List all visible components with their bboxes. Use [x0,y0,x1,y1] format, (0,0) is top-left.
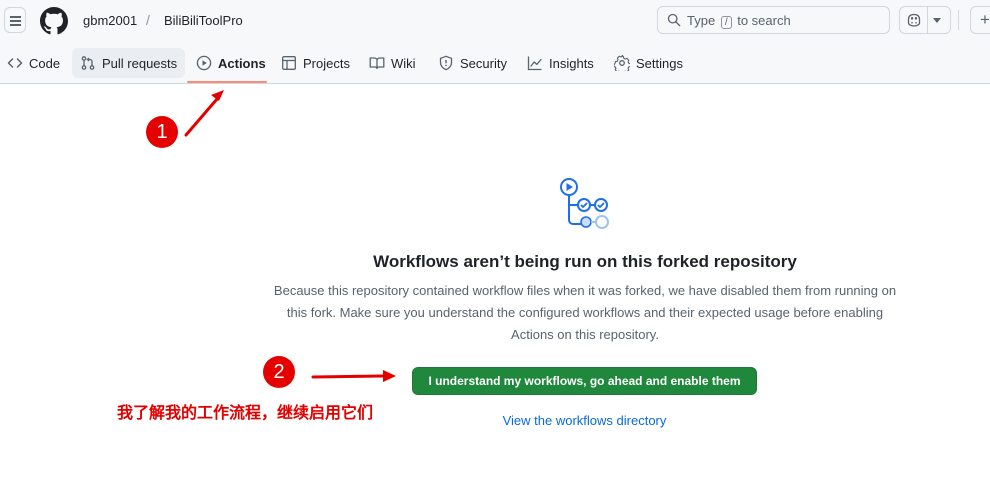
shield-icon [439,55,453,71]
search-input[interactable]: Type / to search [657,6,890,34]
active-tab-underline [187,81,267,83]
repo-owner-link[interactable]: gbm2001 [83,13,137,28]
gear-icon [614,55,630,71]
tab-wiki-label: Wiki [391,55,416,71]
repo-navigation: Code Pull requests Actions Projects Wiki [0,42,990,84]
chevron-down-icon[interactable] [933,18,941,23]
enable-workflows-button[interactable]: I understand my workflows, go ahead and … [412,367,757,395]
tab-projects-label: Projects [303,55,350,71]
search-placeholder: Type / to search [687,13,791,29]
tab-security-label: Security [460,55,507,71]
book-icon [369,57,385,70]
copilot-button[interactable] [899,6,951,34]
tab-code[interactable]: Code [7,48,60,78]
graph-icon [527,56,542,71]
github-logo-icon[interactable] [40,7,68,35]
table-icon [282,56,296,70]
tab-wiki[interactable]: Wiki [369,48,416,78]
blank-state-title: Workflows aren’t being run on this forke… [373,252,797,271]
annotation-note: 我了解我的工作流程，继续启用它们 [117,403,374,422]
tab-settings-label: Settings [636,55,683,71]
annotation-arrow-1 [184,90,224,137]
repo-name-link[interactable]: BiliBiliToolPro [164,13,243,28]
annotation-badge-2: 2 [263,356,295,388]
tab-insights-label: Insights [549,55,594,71]
tab-code-label: Code [29,55,61,71]
annotation-badge-1: 1 [146,116,178,148]
play-icon [196,55,212,71]
annotation-arrow-2 [311,370,396,382]
tab-projects[interactable]: Projects [281,48,350,78]
tab-actions-label: Actions [218,55,266,71]
pull-request-icon [81,56,95,70]
search-shortcut-key: / [720,16,732,29]
create-new-button[interactable]: + [970,6,990,34]
blank-state-description: Because this repository contained workfl… [273,283,897,342]
tab-pull-requests[interactable]: Pull requests [72,48,186,78]
plus-icon: + [980,10,990,29]
header-divider [958,10,959,30]
tab-actions[interactable]: Actions [196,48,266,78]
search-icon [667,13,681,27]
tab-insights[interactable]: Insights [527,48,594,78]
code-icon [7,58,23,68]
view-workflows-directory-link[interactable]: View the workflows directory [412,413,757,428]
path-separator: / [146,12,150,28]
hamburger-menu-button[interactable] [4,7,26,33]
copilot-divider [927,7,928,33]
top-header: gbm2001 / BiliBiliToolPro Type / to sear… [0,0,990,42]
workflow-icon [560,178,609,229]
tab-security[interactable]: Security [438,48,507,78]
copilot-icon [907,13,921,27]
tab-pull-requests-label: Pull requests [102,55,178,71]
tab-settings[interactable]: Settings [614,48,683,78]
